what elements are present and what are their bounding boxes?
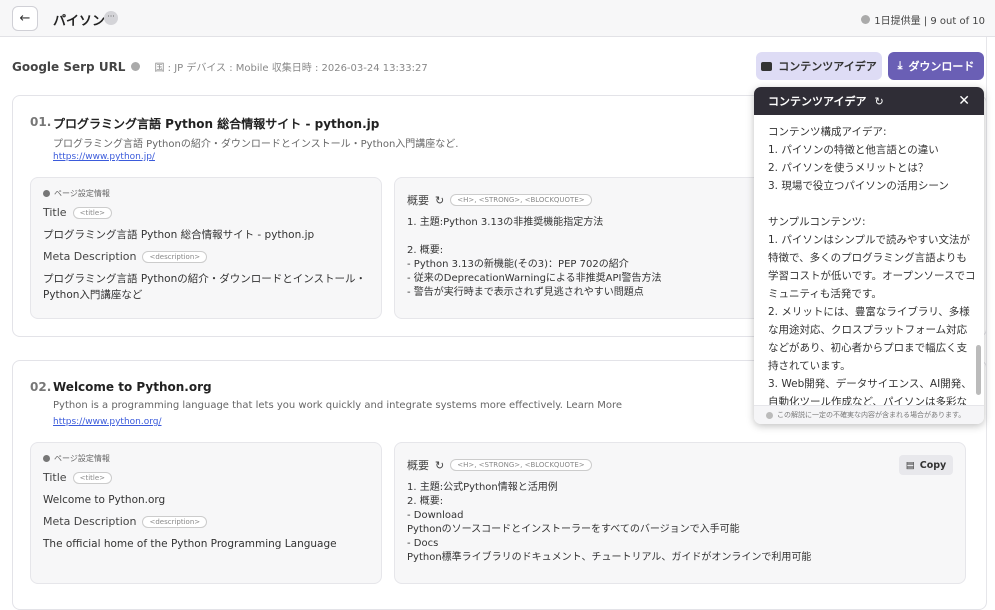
popup-body: コンテンツ構成アイデア: 1. パイソンの特徴と他言語との違い 2. パイソンを… [768,126,976,405]
meta-value: The official home of the Python Programm… [43,538,337,550]
refresh-icon[interactable]: ↻ [435,194,444,207]
popup-footer: この解説に一定の不確実な内容が含まれる場合があります。 [754,405,984,424]
content-idea-popup: コンテンツアイデア ↻ ✕ コンテンツ構成アイデア: 1. パイソンの特徴と他言語と… [754,87,984,424]
page-title: パイソン [53,14,106,29]
title-value: プログラミング言語 Python 総合情報サイト - python.jp [43,229,315,241]
disclaimer-text: この解説に一定の不確実な内容が含まれる場合があります。 [777,411,966,419]
title-tag: <title> [72,206,112,219]
page-info-label: ページ設定情報 [54,454,110,463]
content-idea-button[interactable]: コンテンツアイデア [756,52,882,80]
comment-icon [761,61,773,71]
serp-info: Google Serp URL 国 : JP デバイス : Mobile 収集日… [12,59,428,75]
title-tag: <title> [72,471,112,484]
close-icon[interactable]: ✕ [958,93,970,109]
meta-tag: <description> [142,250,208,263]
result-title: プログラミング言語 Python 総合情報サイト - python.jp [53,117,380,131]
info-icon [43,455,50,462]
copy-button[interactable]: ▤ Copy [899,455,953,475]
download-label: ダウンロード [908,60,975,73]
title-label: Title [43,206,67,219]
page-settings-box: ページ設定情報 Title <title> プログラミング言語 Python 総合… [30,177,382,319]
result-url[interactable]: https://www.python.jp/ [53,152,155,162]
meta-label: Meta Description [43,250,137,263]
page-info-label: ページ設定情報 [54,189,110,198]
result-title: Welcome to Python.org [53,380,212,394]
result-description: プログラミング言語 Pythonの紹介・ダウンロードとインストール・Python… [53,139,459,150]
serp-meta: 国 : JP デバイス : Mobile 収集日時 : 2026-03-24 1… [154,63,428,74]
copy-icon: ▤ [905,459,915,471]
result-description: Python is a programming language that le… [53,400,623,411]
back-button[interactable]: ← [12,6,38,31]
download-icon: ⤓ [897,59,903,72]
title-value: Welcome to Python.org [43,494,166,506]
popup-scrollbar[interactable] [976,345,981,395]
page-settings-box: ページ設定情報 Title <title> Welcome to Python.o… [30,442,382,584]
quota-text: 1日提供量 | 9 out of 10 [874,16,985,27]
summary-tags: <H>, <STRONG>, <BLOCKQUOTE> [450,459,592,471]
daily-quota: 1日提供量 | 9 out of 10 [861,12,985,27]
summary-text: 1. 主題:公式Python情報と活用例 2. 概要: - Download P… [407,482,812,563]
info-icon[interactable] [131,62,141,71]
title-label: Title [43,471,67,484]
refresh-icon[interactable]: ↻ [874,95,883,108]
summary-box: 概要 ↻ <H>, <STRONG>, <BLOCKQUOTE> 1. 主題:公式P… [394,442,966,584]
top-bar: ← パイソン ··· 1日提供量 | 9 out of 10 [0,0,995,37]
meta-value: プログラミング言語 Pythonの紹介・ダウンロードとインストール・Python… [43,273,367,301]
meta-tag: <description> [142,515,208,528]
arrow-left-icon: ← [19,11,31,26]
download-button[interactable]: ⤓ ダウンロード [888,52,984,80]
copy-label: Copy [919,459,947,471]
refresh-icon[interactable]: ↻ [435,459,444,472]
info-icon [861,15,871,24]
serp-title: Google Serp URL [12,59,126,74]
summary-label: 概要 [407,194,429,207]
page-scrollbar-track [986,37,987,600]
result-rank: 01. [30,115,52,129]
meta-label: Meta Description [43,515,137,528]
popup-title: コンテンツアイデア [768,95,867,108]
content-idea-label: コンテンツアイデア [778,60,877,73]
info-icon [766,411,773,419]
summary-label: 概要 [407,459,429,472]
result-rank: 02. [30,380,52,394]
summary-tags: <H>, <STRONG>, <BLOCKQUOTE> [450,194,592,206]
ellipsis-icon[interactable]: ··· [104,11,118,25]
info-icon [43,190,50,197]
result-url[interactable]: https://www.python.org/ [53,417,162,427]
